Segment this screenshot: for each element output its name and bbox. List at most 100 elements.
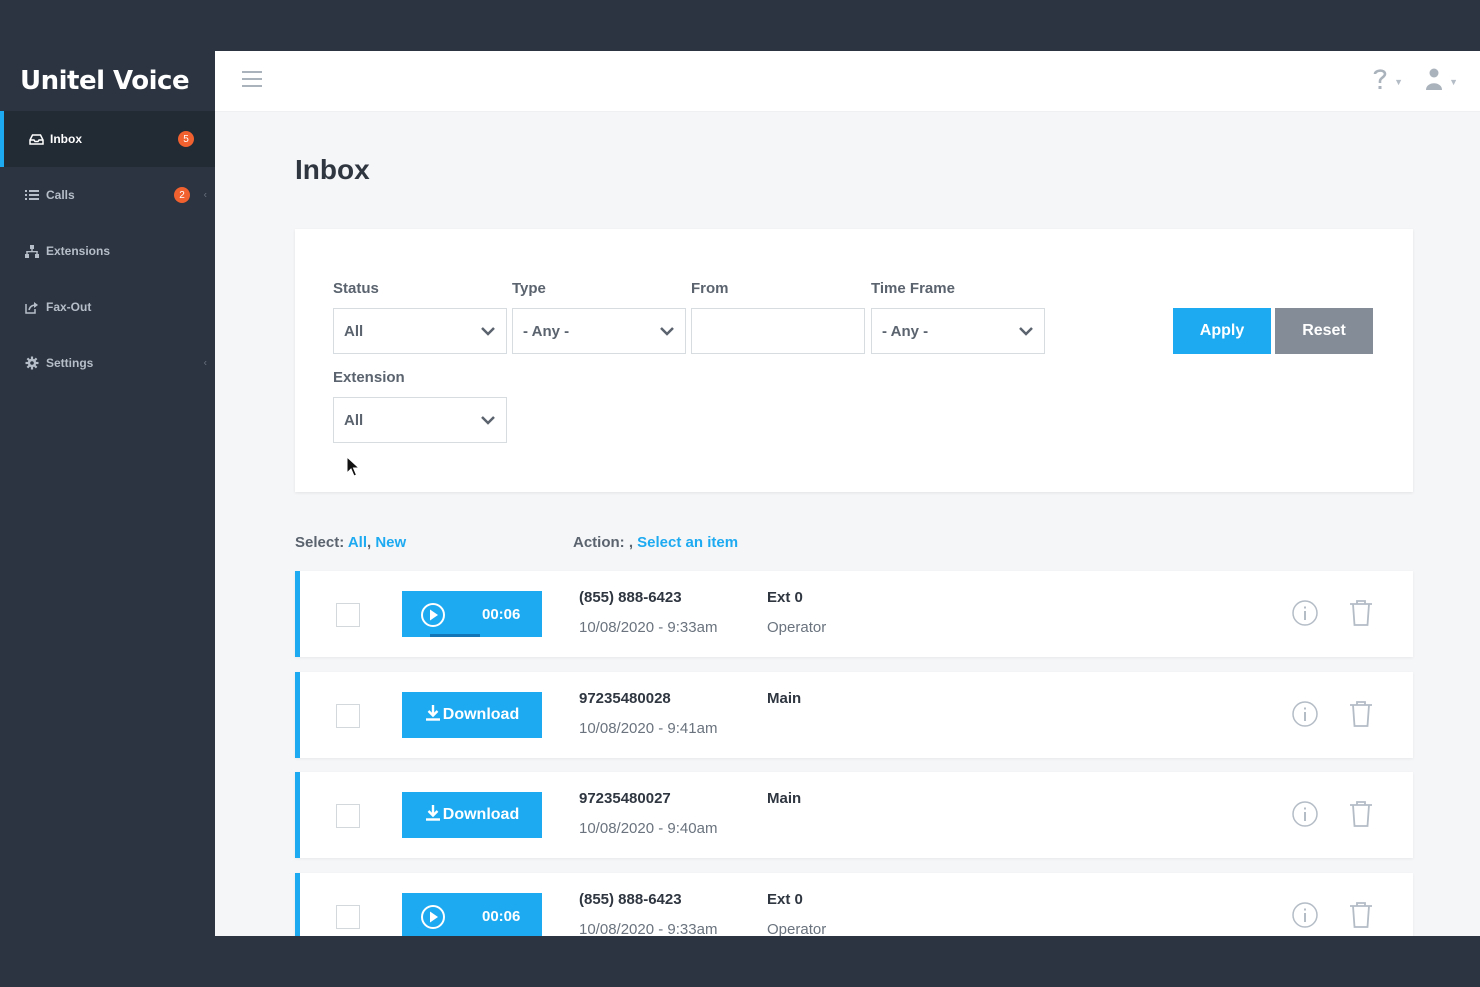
download-label: Download [442,706,520,723]
extension-filter-value: All [344,411,364,429]
filter-panel: Status All Type - Any - From Time Frame … [295,229,1413,492]
type-filter-select[interactable]: - Any - [512,308,686,354]
audio-duration: 00:06 [482,907,521,925]
select-separator: , [367,534,372,551]
row-checkbox[interactable] [336,804,360,828]
message-datetime: 10/08/2020 - 9:40am [579,820,718,837]
status-filter-value: All [344,322,364,340]
status-filter-select[interactable]: All [333,308,507,354]
inbox-icon [28,132,44,146]
select-label: Select: [295,534,345,551]
info-icon[interactable] [1291,800,1319,833]
calls-count-badge: 2 [174,187,190,203]
trash-icon[interactable] [1349,901,1373,934]
type-filter-value: - Any - [523,322,570,340]
hamburger-menu-icon[interactable] [242,71,262,87]
chevron-left-icon: ‹ [203,189,207,201]
caller-number: (855) 888-6423 [579,891,682,908]
select-all-link[interactable]: All [348,534,367,551]
inbox-count-badge: 5 [178,131,194,147]
sidebar-item-settings[interactable]: Settings ‹ [0,335,215,391]
extension-filter-label: Extension [333,369,405,386]
chevron-down-icon [659,322,675,345]
type-filter-label: Type [512,280,546,297]
row-checkbox[interactable] [336,603,360,627]
trash-icon[interactable] [1349,800,1373,833]
mouse-cursor-icon [346,455,361,483]
select-bar: Select: All, New [295,534,406,551]
share-icon [24,300,40,314]
sidebar-item-label: Extensions [46,244,111,258]
download-icon [425,804,441,826]
play-circle-icon [420,602,446,633]
user-menu-button[interactable]: ▼ [1425,67,1458,96]
message-extension: Ext 0 [767,589,803,606]
page-title: Inbox [295,154,370,185]
sidebar: Unitel Voice Inbox 5 Calls 2 ‹ Extension… [0,51,215,936]
play-audio-button[interactable]: 00:06 [402,893,542,936]
sidebar-item-extensions[interactable]: Extensions [0,223,215,279]
trash-icon[interactable] [1349,599,1373,632]
chevron-left-icon: ‹ [203,357,207,369]
row-checkbox[interactable] [336,704,360,728]
main-content: ▼ ▼ Inbox Status All Type - Any - From T… [215,51,1480,936]
action-select-link[interactable]: Select an item [637,534,738,551]
sidebar-item-label: Fax-Out [46,300,92,314]
from-filter-label: From [691,280,729,297]
download-button[interactable]: Download [402,792,542,838]
play-audio-button[interactable]: 00:06 [402,591,542,637]
status-filter-label: Status [333,280,379,297]
action-bar: Action: , Select an item [573,534,738,551]
question-mark-icon [1372,67,1388,96]
help-menu-button[interactable]: ▼ [1372,67,1403,96]
message-datetime: 10/08/2020 - 9:33am [579,619,718,636]
message-extension: Main [767,790,802,807]
sidebar-item-calls[interactable]: Calls 2 ‹ [0,167,215,223]
timeframe-filter-label: Time Frame [871,280,955,297]
caret-down-icon: ▼ [1394,76,1404,87]
sidebar-item-fax-out[interactable]: Fax-Out [0,279,215,335]
chevron-down-icon [480,411,496,434]
chevron-down-icon [480,322,496,345]
audio-duration: 00:06 [482,605,521,623]
extension-filter-select[interactable]: All [333,397,507,443]
info-icon[interactable] [1291,700,1319,733]
apply-button[interactable]: Apply [1173,308,1271,354]
app-window: Unitel Voice Inbox 5 Calls 2 ‹ Extension… [0,51,1480,936]
message-extension: Ext 0 [767,891,803,908]
from-filter-input[interactable] [691,308,865,354]
message-row[interactable]: Download 97235480028 10/08/2020 - 9:41am… [295,672,1413,758]
gear-icon [24,356,40,370]
sidebar-item-label: Calls [46,188,75,202]
caller-number: 97235480027 [579,790,671,807]
audio-progress-bar [430,634,480,637]
timeframe-filter-select[interactable]: - Any - [871,308,1045,354]
sitemap-icon [24,244,40,258]
message-row[interactable]: Download 97235480027 10/08/2020 - 9:40am… [295,772,1413,858]
download-label: Download [442,806,520,823]
info-icon[interactable] [1291,599,1319,632]
sidebar-item-label: Settings [46,356,94,370]
select-new-link[interactable]: New [375,534,406,551]
brand-name: Unitel Voice [20,66,190,96]
reset-button[interactable]: Reset [1275,308,1373,354]
message-row[interactable]: 00:06 (855) 888-6423 10/08/2020 - 9:33am… [295,571,1413,657]
caller-number: (855) 888-6423 [579,589,682,606]
sidebar-item-inbox[interactable]: Inbox 5 [0,111,215,167]
list-icon [24,188,40,202]
download-icon [425,704,441,726]
user-icon [1425,67,1443,96]
row-checkbox[interactable] [336,905,360,929]
info-icon[interactable] [1291,901,1319,934]
message-datetime: 10/08/2020 - 9:41am [579,720,718,737]
message-datetime: 10/08/2020 - 9:33am [579,921,718,936]
trash-icon[interactable] [1349,700,1373,733]
caret-down-icon: ▼ [1449,76,1458,87]
brand-logo[interactable]: Unitel Voice [0,51,215,111]
caller-number: 97235480028 [579,690,671,707]
extension-name: Operator [767,921,827,936]
download-button[interactable]: Download [402,692,542,738]
play-circle-icon [420,904,446,935]
timeframe-filter-value: - Any - [882,322,929,340]
message-row[interactable]: 00:06 (855) 888-6423 10/08/2020 - 9:33am… [295,873,1413,936]
